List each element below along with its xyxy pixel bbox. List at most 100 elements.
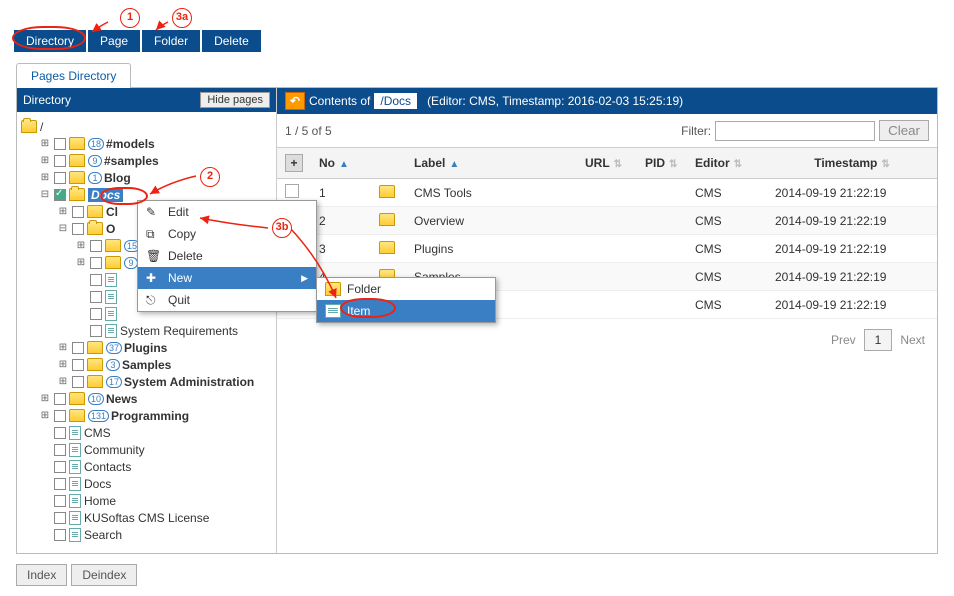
tree-checkbox[interactable] — [54, 461, 66, 473]
tree-item-docs2[interactable]: Docs — [84, 477, 111, 491]
ctx-edit[interactable]: ✎Edit — [138, 201, 316, 223]
tree-checkbox[interactable] — [54, 512, 66, 524]
filter-input[interactable] — [715, 121, 875, 141]
tree-item-license[interactable]: KUSoftas CMS License — [84, 511, 209, 525]
expander-icon[interactable]: ⊟ — [57, 223, 69, 234]
back-button[interactable]: ↶ — [285, 92, 305, 110]
cell-timestamp: 2014-09-19 21:22:19 — [767, 291, 937, 319]
tree-item-sysadmin[interactable]: System Administration — [124, 375, 254, 389]
tree-checkbox[interactable] — [72, 359, 84, 371]
tree-checkbox[interactable] — [72, 342, 84, 354]
tree-checkbox[interactable] — [90, 291, 102, 303]
col-editor[interactable]: Editor — [695, 156, 730, 170]
tree-checkbox[interactable] — [54, 427, 66, 439]
table-row[interactable]: 2OverviewCMS2014-09-19 21:22:19 — [277, 207, 937, 235]
col-pid[interactable]: PID — [645, 156, 665, 170]
page-icon — [69, 477, 81, 491]
table-row[interactable]: 3PluginsCMS2014-09-19 21:22:19 — [277, 235, 937, 263]
tree-checkbox[interactable] — [54, 189, 66, 201]
tree-item-blog[interactable]: Blog — [104, 171, 131, 185]
tree-item-cms[interactable]: CMS — [84, 426, 111, 440]
tree-checkbox[interactable] — [54, 410, 66, 422]
table-row[interactable]: 1CMS ToolsCMS2014-09-19 21:22:19 — [277, 179, 937, 207]
tree-item-models[interactable]: #models — [106, 137, 155, 151]
expander-icon[interactable]: ⊞ — [39, 155, 51, 166]
directory-button[interactable]: Directory — [14, 30, 86, 52]
folder-button[interactable]: Folder — [142, 30, 200, 52]
index-button[interactable]: Index — [16, 564, 67, 586]
tree-root[interactable]: / — [40, 120, 43, 134]
tree-item-programming[interactable]: Programming — [111, 409, 189, 423]
expander-icon[interactable]: ⊞ — [57, 359, 69, 370]
ctx-quit[interactable]: ⎋Quit — [138, 289, 316, 311]
col-url[interactable]: URL — [585, 156, 610, 170]
col-timestamp[interactable]: Timestamp — [814, 156, 877, 170]
tree-checkbox[interactable] — [90, 308, 102, 320]
tree-checkbox[interactable] — [90, 257, 102, 269]
tree-item-community[interactable]: Community — [84, 443, 145, 457]
tree-item-news[interactable]: News — [106, 392, 137, 406]
tree-checkbox[interactable] — [54, 495, 66, 507]
col-label[interactable]: Label — [414, 156, 445, 170]
ctx-delete[interactable]: 🗑Delete — [138, 245, 316, 267]
tree-checkbox[interactable] — [90, 274, 102, 286]
tree-item[interactable]: O — [106, 222, 115, 236]
delete-button[interactable]: Delete — [202, 30, 261, 52]
tree-item-home[interactable]: Home — [84, 494, 116, 508]
tree-checkbox[interactable] — [90, 325, 102, 337]
prev-button[interactable]: Prev — [831, 333, 856, 347]
tree-checkbox[interactable] — [72, 376, 84, 388]
expander-icon[interactable]: ⊞ — [39, 138, 51, 149]
page-number[interactable]: 1 — [864, 329, 893, 351]
tree-checkbox[interactable] — [90, 240, 102, 252]
filter-label: Filter: — [681, 124, 711, 138]
folder-icon — [379, 241, 395, 254]
expander-icon[interactable]: ⊞ — [39, 172, 51, 183]
add-row-button[interactable]: + — [285, 154, 303, 172]
count-badge: 37 — [106, 342, 122, 354]
row-checkbox[interactable] — [285, 184, 299, 198]
ctx-new[interactable]: ✚New▶ — [138, 267, 316, 289]
cell-editor: CMS — [687, 207, 767, 235]
tab-pages-directory[interactable]: Pages Directory — [16, 63, 131, 88]
tree-checkbox[interactable] — [54, 172, 66, 184]
hide-pages-button[interactable]: Hide pages — [200, 92, 270, 108]
col-no[interactable]: No — [319, 156, 335, 170]
expander-icon[interactable]: ⊞ — [57, 342, 69, 353]
expander-icon[interactable]: ⊟ — [39, 189, 51, 200]
ctx-copy[interactable]: ⧉Copy — [138, 223, 316, 245]
context-submenu-new: Folder Item — [316, 277, 496, 323]
expander-icon[interactable]: ⊞ — [39, 393, 51, 404]
count-badge: 131 — [88, 410, 109, 422]
expander-icon[interactable]: ⊞ — [75, 257, 87, 268]
ctx-new-item[interactable]: Item — [317, 300, 495, 322]
page-button[interactable]: Page — [88, 30, 140, 52]
tree-item-docs[interactable]: Docs — [88, 188, 123, 202]
tree-item-contacts[interactable]: Contacts — [84, 460, 131, 474]
tree-item-samples2[interactable]: Samples — [122, 358, 171, 372]
count-badge: 17 — [106, 376, 122, 388]
expander-icon[interactable]: ⊞ — [57, 206, 69, 217]
tree-checkbox[interactable] — [72, 223, 84, 235]
tree-checkbox[interactable] — [54, 478, 66, 490]
deindex-button[interactable]: Deindex — [71, 564, 137, 586]
expander-icon[interactable]: ⊞ — [75, 240, 87, 251]
tree-checkbox[interactable] — [54, 393, 66, 405]
tree-checkbox[interactable] — [54, 444, 66, 456]
tree-checkbox[interactable] — [54, 155, 66, 167]
cell-label: CMS Tools — [406, 179, 577, 207]
expander-icon[interactable]: ⊞ — [39, 410, 51, 421]
tree-item-samples[interactable]: #samples — [104, 154, 159, 168]
clear-button[interactable]: Clear — [879, 120, 929, 141]
cell-no: 3 — [311, 235, 371, 263]
tree-checkbox[interactable] — [54, 138, 66, 150]
expander-icon[interactable]: ⊞ — [57, 376, 69, 387]
tree-checkbox[interactable] — [54, 529, 66, 541]
tree-checkbox[interactable] — [72, 206, 84, 218]
next-button[interactable]: Next — [900, 333, 925, 347]
tree-item-sysreq[interactable]: System Requirements — [120, 324, 238, 338]
tree-item-search[interactable]: Search — [84, 528, 122, 542]
tree-item[interactable]: Cl — [106, 205, 118, 219]
tree-item-plugins[interactable]: Plugins — [124, 341, 167, 355]
ctx-new-folder[interactable]: Folder — [317, 278, 495, 300]
